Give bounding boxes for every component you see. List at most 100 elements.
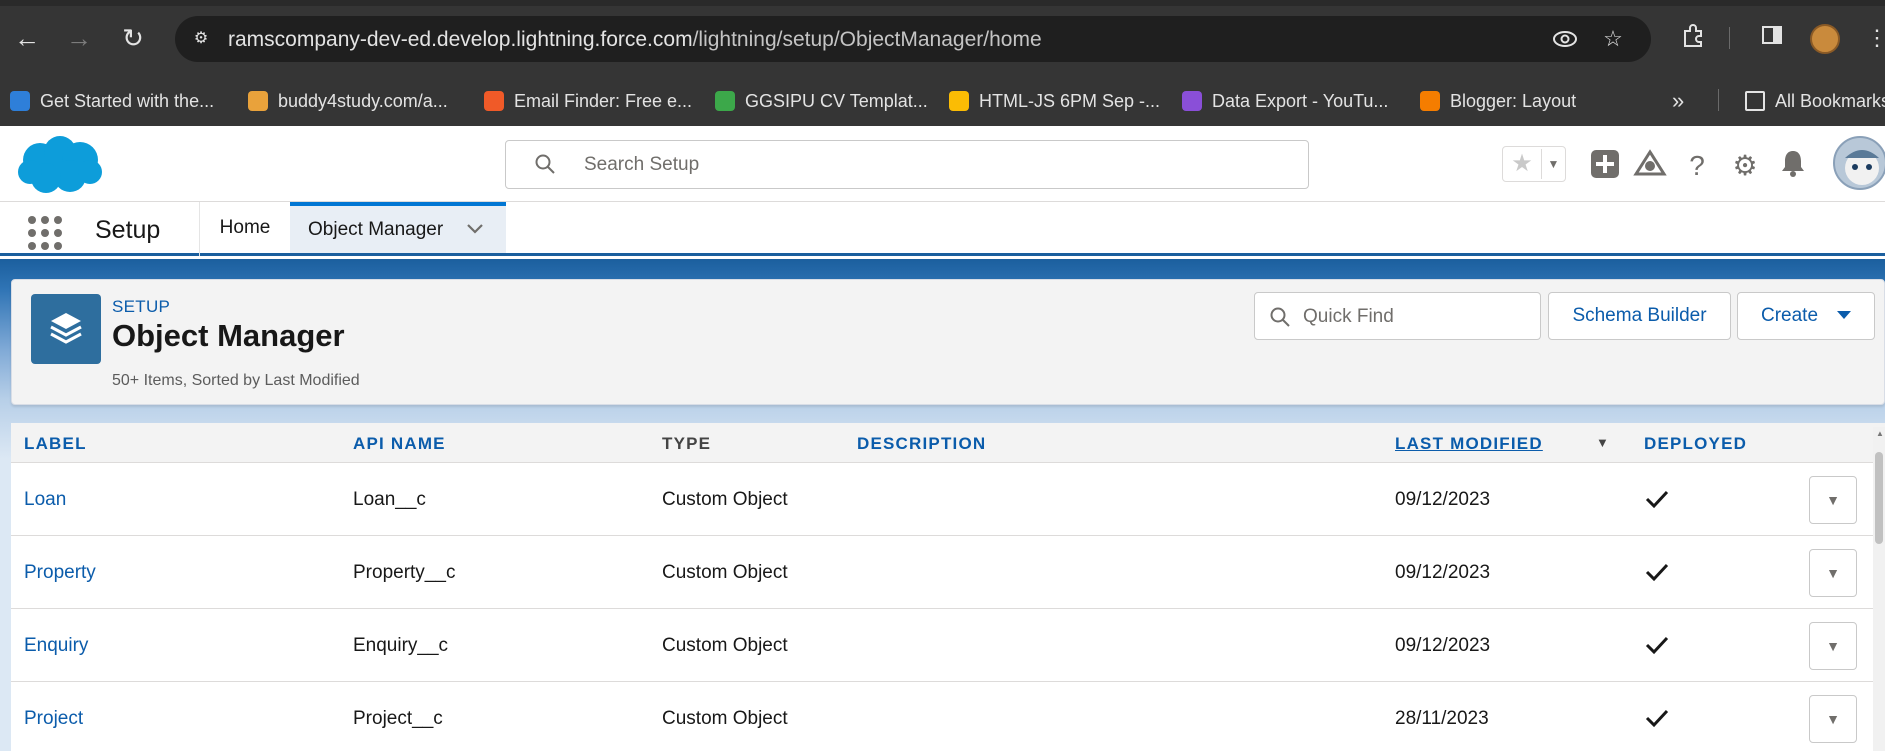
schema-builder-button[interactable]: Schema Builder <box>1548 292 1731 340</box>
bookmark-label: Blogger: Layout <box>1450 91 1577 111</box>
favorites-group[interactable]: ★ ▼ <box>1502 146 1566 182</box>
eye-icon[interactable] <box>1552 26 1578 52</box>
last-modified: 09/12/2023 <box>1395 489 1491 510</box>
api-name: Loan__c <box>353 489 426 510</box>
last-modified: 09/12/2023 <box>1395 635 1491 656</box>
back-icon[interactable]: ← <box>12 23 42 53</box>
chevron-down-icon: ▼ <box>1826 565 1840 581</box>
help-icon[interactable]: ? <box>1679 148 1715 184</box>
global-header: Search Setup ★ ▼ ? ⚙ <box>0 126 1885 202</box>
bookmark-item[interactable]: GGSIPU CV Templat... <box>715 88 928 114</box>
deployed-check-icon <box>1645 636 1669 655</box>
caret-down-icon <box>1836 293 1852 339</box>
context-nav-bar: Setup Home Object Manager <box>0 202 1885 256</box>
bookmark-item[interactable]: HTML-JS 6PM Sep -... <box>949 88 1160 114</box>
chevron-down-icon[interactable] <box>466 206 484 253</box>
url-text[interactable]: ramscompany-dev-ed.develop.lightning.for… <box>228 28 1042 52</box>
api-name: Enquiry__c <box>353 635 449 656</box>
object-type: Custom Object <box>662 489 788 510</box>
api-name: Property__c <box>353 562 456 583</box>
column-header-deployed[interactable]: DEPLOYED <box>1644 434 1747 454</box>
setup-gear-icon[interactable]: ⚙ <box>1727 148 1763 184</box>
bookmark-item[interactable]: buddy4study.com/a... <box>248 88 448 114</box>
object-label-link[interactable]: Loan <box>24 489 66 511</box>
side-panel-icon[interactable] <box>1757 23 1787 53</box>
nav-item-home[interactable]: Home <box>200 202 290 253</box>
trailhead-icon[interactable] <box>1632 148 1668 184</box>
salesforce-logo[interactable] <box>16 134 104 196</box>
bookmark-item[interactable]: Data Export - YouTu... <box>1182 88 1388 114</box>
quick-find-placeholder: Quick Find <box>1303 306 1394 327</box>
app-launcher-icon[interactable] <box>28 216 62 250</box>
bookmark-star-icon[interactable]: ☆ <box>1600 26 1626 52</box>
object-label-link[interactable]: Enquiry <box>24 635 88 657</box>
bookmark-label: Get Started with the... <box>40 91 215 111</box>
column-header-description[interactable]: DESCRIPTION <box>857 434 986 454</box>
object-label-link[interactable]: Property <box>24 562 96 584</box>
bookmark-item[interactable]: Email Finder: Free e... <box>484 88 692 114</box>
row-actions-button[interactable]: ▼ <box>1809 549 1857 597</box>
nav-item-label: Home <box>219 217 271 238</box>
api-name: Project__c <box>353 708 443 729</box>
bookmark-label: HTML-JS 6PM Sep -... <box>979 91 1161 111</box>
page-header: SETUP Object Manager 50+ Items, Sorted b… <box>11 279 1885 405</box>
sort-descending-icon[interactable]: ▼ <box>1596 435 1609 450</box>
items-count: 50+ Items, Sorted by Last Modified <box>112 372 360 389</box>
row-actions-button[interactable]: ▼ <box>1809 476 1857 524</box>
bookmark-favicon-icon <box>1182 91 1202 111</box>
column-header-api-name[interactable]: API NAME <box>353 434 446 454</box>
deployed-check-icon <box>1645 563 1669 582</box>
menu-icon[interactable]: ⋮ <box>1862 23 1885 53</box>
bookmark-favicon-icon <box>949 91 969 111</box>
breadcrumb[interactable]: SETUP <box>112 297 170 317</box>
table-header: LABEL API NAME TYPE DESCRIPTION LAST MOD… <box>11 423 1885 463</box>
column-header-label[interactable]: LABEL <box>24 434 87 454</box>
address-bar[interactable]: ⚙ ramscompany-dev-ed.develop.lightning.f… <box>175 16 1651 62</box>
object-type: Custom Object <box>662 708 788 729</box>
row-actions-button[interactable]: ▼ <box>1809 695 1857 743</box>
url-path: /lightning/setup/ObjectManager/home <box>692 28 1042 51</box>
user-avatar[interactable] <box>1833 136 1885 190</box>
global-search[interactable]: Search Setup <box>505 140 1309 189</box>
table-row: Project Project__c Custom Object 28/11/2… <box>11 682 1885 751</box>
bookmark-item[interactable]: Get Started with the... <box>10 88 214 114</box>
deployed-check-icon <box>1645 490 1669 509</box>
quick-find-input[interactable]: Quick Find <box>1254 292 1541 340</box>
profile-avatar[interactable] <box>1810 24 1840 54</box>
app-name: Setup <box>95 216 161 244</box>
last-modified: 09/12/2023 <box>1395 562 1491 583</box>
table-row: Enquiry Enquiry__c Custom Object 09/12/2… <box>11 609 1885 682</box>
last-modified: 28/11/2023 <box>1395 708 1489 729</box>
search-icon <box>535 154 555 174</box>
scrollbar-thumb[interactable] <box>1875 452 1883 544</box>
deployed-check-icon <box>1645 709 1669 728</box>
bookmarks-overflow-icon[interactable]: » <box>1672 88 1684 114</box>
all-bookmarks[interactable]: All Bookmarks <box>1745 88 1885 114</box>
object-manager-icon <box>31 294 101 364</box>
scroll-up-icon[interactable]: ▲ <box>1876 429 1884 438</box>
extensions-icon[interactable] <box>1678 23 1708 53</box>
favorites-star-icon[interactable]: ★ <box>1503 147 1541 181</box>
object-label-link[interactable]: Project <box>24 708 83 730</box>
site-info-icon[interactable]: ⚙ <box>189 27 213 51</box>
forward-icon[interactable]: → <box>64 23 94 53</box>
bookmark-favicon-icon <box>10 91 30 111</box>
create-button[interactable]: Create <box>1737 292 1875 340</box>
all-bookmarks-label: All Bookmarks <box>1775 91 1885 111</box>
chevron-down-icon: ▼ <box>1826 492 1840 508</box>
notifications-bell-icon[interactable] <box>1775 148 1811 184</box>
bookmark-item[interactable]: Blogger: Layout <box>1420 88 1576 114</box>
nav-item-object-manager[interactable]: Object Manager <box>290 202 506 253</box>
bookmarks-bar: Get Started with the... buddy4study.com/… <box>0 76 1885 126</box>
bookmark-label: Email Finder: Free e... <box>514 91 693 111</box>
column-header-type[interactable]: TYPE <box>662 434 711 454</box>
favorites-dropdown-icon[interactable]: ▼ <box>1541 149 1565 179</box>
chevron-down-icon: ▼ <box>1826 638 1840 654</box>
global-actions-icon[interactable] <box>1587 148 1623 184</box>
reload-icon[interactable]: ↻ <box>118 23 148 53</box>
object-type: Custom Object <box>662 635 788 656</box>
row-actions-button[interactable]: ▼ <box>1809 622 1857 670</box>
table-scrollbar[interactable] <box>1873 427 1885 751</box>
column-header-last-modified[interactable]: LAST MODIFIED <box>1395 434 1543 454</box>
search-icon <box>1270 307 1290 327</box>
